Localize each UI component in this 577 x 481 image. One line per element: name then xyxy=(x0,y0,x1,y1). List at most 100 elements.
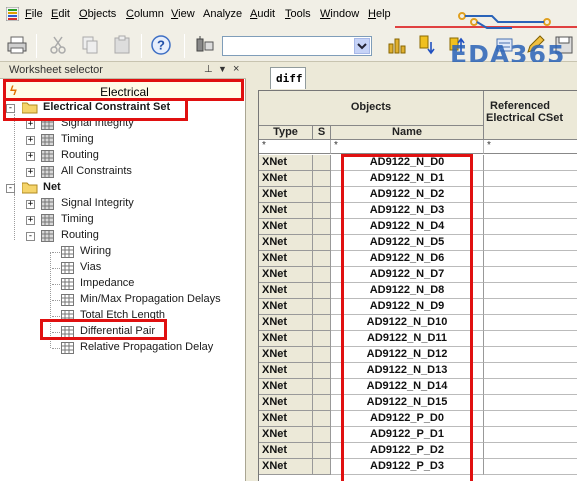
cell-referenced-cset[interactable] xyxy=(484,427,577,443)
menu-edit[interactable]: Edit xyxy=(51,8,70,20)
tree-item-ecset-timing[interactable]: + Timing xyxy=(0,132,246,148)
cell-s[interactable] xyxy=(313,395,331,411)
cell-s[interactable] xyxy=(313,459,331,475)
cell-s[interactable] xyxy=(313,283,331,299)
menu-help[interactable]: Help xyxy=(368,8,391,20)
paste-icon[interactable] xyxy=(111,34,133,56)
cell-referenced-cset[interactable] xyxy=(484,459,577,475)
cell-referenced-cset[interactable] xyxy=(484,331,577,347)
cell-referenced-cset[interactable] xyxy=(484,347,577,363)
tree-item-ecset-all-constraints[interactable]: + All Constraints xyxy=(0,164,246,180)
cell-referenced-cset[interactable] xyxy=(484,155,577,171)
tree-item-vias[interactable]: Vias xyxy=(0,260,246,276)
cell-s[interactable] xyxy=(313,411,331,427)
cell-s[interactable] xyxy=(313,363,331,379)
cell-s[interactable] xyxy=(313,219,331,235)
cell-s[interactable] xyxy=(313,331,331,347)
filter-ref-input[interactable]: * xyxy=(484,140,577,154)
cell-s[interactable] xyxy=(313,187,331,203)
cell-s[interactable] xyxy=(313,251,331,267)
cell-s[interactable] xyxy=(313,299,331,315)
menu-audit[interactable]: Audit xyxy=(250,8,275,20)
cell-referenced-cset[interactable] xyxy=(484,219,577,235)
cell-s[interactable] xyxy=(313,155,331,171)
menu-column[interactable]: Column xyxy=(126,8,164,20)
expand-icon[interactable]: + xyxy=(26,168,35,177)
cell-referenced-cset[interactable] xyxy=(484,251,577,267)
tree-item-net[interactable]: - Net xyxy=(0,180,246,196)
tree-item-wiring[interactable]: Wiring xyxy=(0,244,246,260)
cut-icon[interactable] xyxy=(47,34,69,56)
filter-name-input[interactable]: * xyxy=(331,140,484,154)
menu-objects[interactable]: Objects xyxy=(79,8,116,20)
print-icon[interactable] xyxy=(6,34,28,56)
cell-s[interactable] xyxy=(313,427,331,443)
expand-icon[interactable]: + xyxy=(26,152,35,161)
cell-s[interactable] xyxy=(313,267,331,283)
cell-referenced-cset[interactable] xyxy=(484,411,577,427)
header-s[interactable]: S xyxy=(313,126,331,140)
header-referenced-cset: Referenced Electrical CSet xyxy=(484,91,577,140)
collapse-icon[interactable]: - xyxy=(26,232,35,241)
cell-referenced-cset[interactable] xyxy=(484,283,577,299)
collapse-icon[interactable]: - xyxy=(6,184,15,193)
cell-s[interactable] xyxy=(313,379,331,395)
cell-type: XNet xyxy=(259,155,313,171)
menu-view[interactable]: View xyxy=(171,8,195,20)
tree-item-ecset-routing[interactable]: + Routing xyxy=(0,148,246,164)
tree-item-min-max-propagation-delays[interactable]: Min/Max Propagation Delays xyxy=(0,292,246,308)
cell-referenced-cset[interactable] xyxy=(484,299,577,315)
cell-referenced-cset[interactable] xyxy=(484,187,577,203)
copy-icon[interactable] xyxy=(79,34,101,56)
expand-icon[interactable]: + xyxy=(26,216,35,225)
tree-item-impedance[interactable]: Impedance xyxy=(0,276,246,292)
cell-type: XNet xyxy=(259,299,313,315)
tree-item-net-timing[interactable]: + Timing xyxy=(0,212,246,228)
cell-s[interactable] xyxy=(313,315,331,331)
cell-s[interactable] xyxy=(313,203,331,219)
cell-s[interactable] xyxy=(313,171,331,187)
expand-icon[interactable]: + xyxy=(26,120,35,129)
tree-label-net: Net xyxy=(43,181,61,193)
expand-icon[interactable]: + xyxy=(26,136,35,145)
menu-analyze[interactable]: Analyze xyxy=(203,8,242,20)
filter-type-input[interactable]: * xyxy=(259,140,331,154)
cell-referenced-cset[interactable] xyxy=(484,379,577,395)
cell-s[interactable] xyxy=(313,235,331,251)
chevron-down-icon[interactable] xyxy=(354,38,370,54)
cell-type: XNet xyxy=(259,315,313,331)
cell-type: XNet xyxy=(259,395,313,411)
menu-file[interactable]: File xyxy=(25,8,43,20)
flag-down-icon[interactable] xyxy=(416,34,438,56)
header-name[interactable]: Name xyxy=(331,126,484,140)
cell-referenced-cset[interactable] xyxy=(484,363,577,379)
object-combo-box[interactable] xyxy=(222,36,372,56)
cell-s[interactable] xyxy=(313,443,331,459)
cell-referenced-cset[interactable] xyxy=(484,267,577,283)
close-icon[interactable]: × xyxy=(233,63,239,75)
cell-referenced-cset[interactable] xyxy=(484,203,577,219)
tree-item-relative-propagation-delay[interactable]: Relative Propagation Delay xyxy=(0,340,246,356)
cell-type: XNet xyxy=(259,219,313,235)
chart-icon[interactable] xyxy=(386,34,408,56)
filter-object-icon[interactable] xyxy=(194,34,216,56)
menu-tools[interactable]: Tools xyxy=(285,8,311,20)
cell-referenced-cset[interactable] xyxy=(484,235,577,251)
cell-type: XNet xyxy=(259,235,313,251)
tree-item-net-signal-integrity[interactable]: + Signal Integrity xyxy=(0,196,246,212)
cell-referenced-cset[interactable] xyxy=(484,315,577,331)
tab-diff[interactable]: diff xyxy=(270,67,306,89)
tree-item-net-routing[interactable]: - Routing xyxy=(0,228,246,244)
expand-icon[interactable]: + xyxy=(26,200,35,209)
menu-window[interactable]: Window xyxy=(320,8,359,20)
pin-icon[interactable]: ⊥ xyxy=(204,64,213,75)
header-type[interactable]: Type xyxy=(259,126,313,140)
highlight-box-net-names xyxy=(341,154,473,481)
panel-menu-icon[interactable]: ▼ xyxy=(218,64,227,74)
worksheet-folder-icon xyxy=(41,134,54,146)
cell-referenced-cset[interactable] xyxy=(484,443,577,459)
help-icon[interactable]: ? xyxy=(150,34,172,56)
cell-referenced-cset[interactable] xyxy=(484,395,577,411)
cell-s[interactable] xyxy=(313,347,331,363)
cell-referenced-cset[interactable] xyxy=(484,171,577,187)
